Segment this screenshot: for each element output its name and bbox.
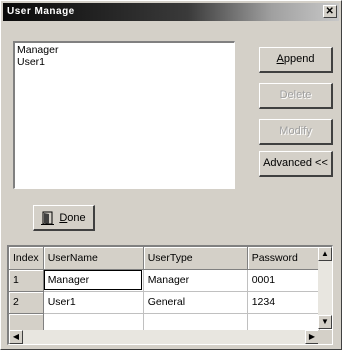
user-list-item[interactable]: User1	[17, 56, 232, 68]
close-button[interactable]: ✕	[323, 5, 337, 18]
table-row: 2 User1 General 1234	[9, 291, 320, 314]
horizontal-scrollbar[interactable]: ◀ ▶	[9, 330, 319, 344]
window-title: User Manage	[7, 6, 75, 17]
cell-usertype[interactable]: General	[143, 291, 248, 314]
cell-password[interactable]: 0001	[247, 269, 320, 292]
title-bar[interactable]: User Manage ✕	[3, 3, 339, 21]
column-header-index[interactable]: Index	[9, 247, 44, 270]
append-button[interactable]: Append	[259, 47, 333, 73]
advanced-button[interactable]: Advanced <<	[259, 151, 333, 177]
delete-button[interactable]: Delete	[259, 83, 333, 109]
scrollbar-corner	[318, 330, 332, 344]
user-manage-window: User Manage ✕ Manager User1 Append Delet…	[0, 0, 342, 350]
column-header-username[interactable]: UserName	[43, 247, 144, 270]
cell-username[interactable]: User1	[43, 291, 144, 314]
modify-button[interactable]: Modify	[259, 119, 333, 145]
row-index[interactable]: 1	[9, 269, 44, 292]
cell-usertype[interactable]: Manager	[143, 269, 248, 292]
vertical-scrollbar[interactable]: ▲ ▼	[318, 247, 332, 329]
row-index[interactable]: 2	[9, 291, 44, 314]
cell-password[interactable]: 1234	[247, 291, 320, 314]
cell-username[interactable]: Manager	[43, 269, 144, 292]
table-row: 1 Manager Manager 0001	[9, 269, 320, 292]
door-icon	[41, 211, 55, 225]
scroll-right-icon[interactable]: ▶	[305, 330, 319, 344]
done-button[interactable]: Done	[33, 205, 95, 231]
close-icon: ✕	[325, 6, 335, 17]
user-list-item[interactable]: Manager	[17, 44, 232, 56]
user-grid[interactable]: Index UserName UserType Password 1 Manag…	[7, 245, 333, 345]
scroll-up-icon[interactable]: ▲	[318, 247, 332, 261]
user-list[interactable]: Manager User1	[13, 41, 235, 189]
column-header-password[interactable]: Password	[247, 247, 320, 270]
grid-header-row: Index UserName UserType Password	[9, 247, 320, 270]
scroll-left-icon[interactable]: ◀	[9, 330, 23, 344]
scroll-down-icon[interactable]: ▼	[318, 315, 332, 329]
column-header-usertype[interactable]: UserType	[143, 247, 248, 270]
